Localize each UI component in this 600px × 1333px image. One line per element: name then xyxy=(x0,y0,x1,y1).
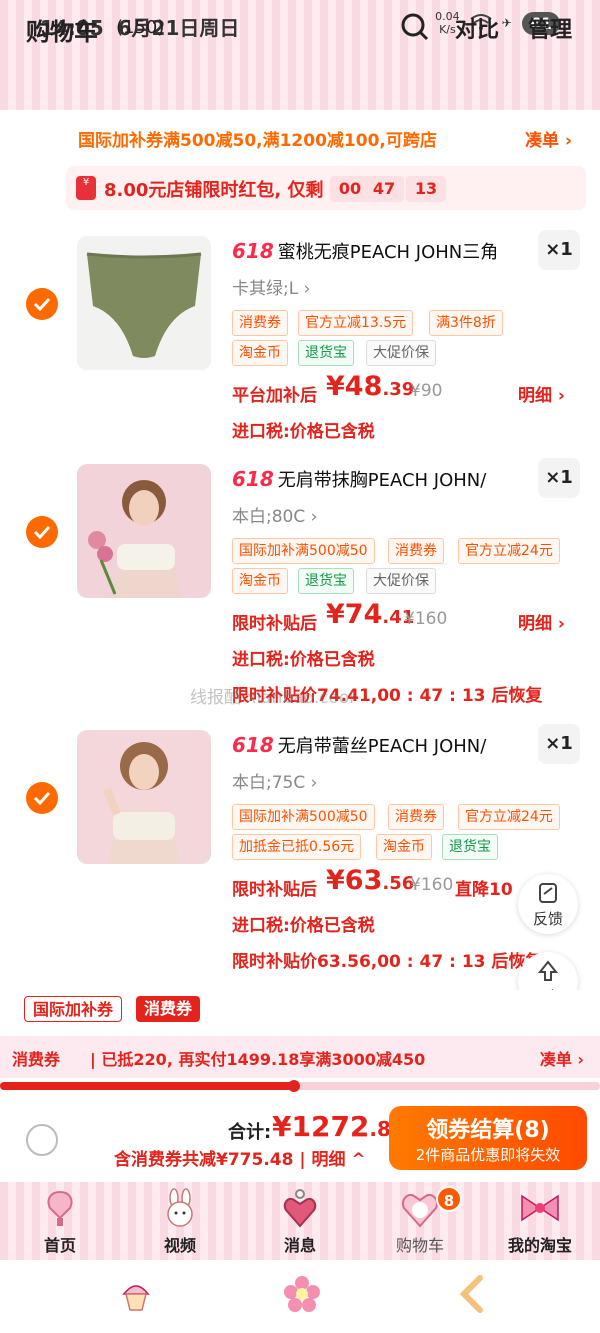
tag: 加抵金已抵0.56元 xyxy=(232,834,362,860)
coupon-bar-link[interactable]: 凑单 › xyxy=(540,1046,584,1070)
item-checkbox[interactable] xyxy=(26,516,58,548)
compare-button[interactable]: 对比 xyxy=(455,12,499,44)
countdown-seconds: 13 xyxy=(406,176,446,202)
original-price: ¥90 xyxy=(410,381,443,401)
tag: 消费券 xyxy=(388,538,444,564)
price-drop: 直降10 xyxy=(455,880,513,900)
tag: 淘金币 xyxy=(376,834,432,860)
tab-home[interactable]: 首页 xyxy=(0,1182,120,1260)
tab-messages[interactable]: 消息 xyxy=(240,1182,360,1260)
price-label: 限时补贴后 xyxy=(232,880,317,900)
discount-summary[interactable]: 含消费券共减¥775.48 | 明细 ^ xyxy=(114,1145,366,1170)
cart-count: (150) xyxy=(116,17,165,38)
promo-text: 国际加补券满500减50,满1200减100,可跨店 xyxy=(78,131,437,151)
feedback-button[interactable]: 反馈 xyxy=(518,874,578,934)
quantity-badge[interactable]: ×1 xyxy=(538,458,580,498)
product-image[interactable] xyxy=(77,464,211,598)
cart-mascot-icon xyxy=(402,1194,438,1228)
product-image[interactable] xyxy=(77,730,211,864)
tag: 消费券 xyxy=(232,310,288,336)
sku-selector[interactable]: 本白;80C › xyxy=(232,502,317,527)
quantity-badge[interactable]: ×1 xyxy=(538,724,580,764)
select-all-checkbox[interactable] xyxy=(26,1124,58,1156)
original-price: ¥160 xyxy=(410,875,454,895)
product-title[interactable]: 618 无肩带蕾丝PEACH JOHN/ xyxy=(232,732,486,758)
tag: 官方立减24元 xyxy=(458,804,560,830)
search-icon[interactable] xyxy=(400,12,430,42)
tab-video[interactable]: 视频 xyxy=(120,1182,240,1260)
item-checkbox[interactable] xyxy=(26,782,58,814)
red-packet-icon: ¥ xyxy=(76,176,96,200)
coupon-bar-label: 消费券 xyxy=(12,1050,61,1069)
red-packet-text: 8.00元店铺限时红包, 仅剩 xyxy=(104,180,324,201)
watermark: 线报酷 xianbao.cool xyxy=(190,688,354,708)
promo-link[interactable]: 凑单 › xyxy=(525,126,572,151)
sku-selector[interactable]: 本白;75C › xyxy=(232,768,317,793)
tag: 淘金币 xyxy=(232,568,288,594)
bunny-icon xyxy=(167,1188,193,1227)
price: ¥63.56 xyxy=(326,865,415,896)
coupon-tab-active[interactable]: 消费券 xyxy=(136,996,201,1022)
tag: 大促价保 xyxy=(366,568,436,594)
tag: 淘金币 xyxy=(232,340,288,366)
tab-cart[interactable]: 购物车 xyxy=(360,1182,480,1260)
price-detail-link[interactable]: 明细 › xyxy=(518,609,565,634)
tag: 退货宝 xyxy=(298,340,354,366)
coupon-progress xyxy=(0,1080,600,1092)
original-price: ¥160 xyxy=(404,609,448,629)
heart-charm-icon xyxy=(283,1189,317,1228)
coupon-tab[interactable]: 国际加补券 xyxy=(24,996,123,1022)
tax-note: 进口税:价格已含税 xyxy=(232,650,375,670)
countdown-minutes: 47 xyxy=(364,176,404,202)
total-label: 合计: xyxy=(228,1122,272,1143)
cupcake-icon[interactable] xyxy=(116,1274,156,1314)
item-checkbox[interactable] xyxy=(26,288,58,320)
header xyxy=(0,50,600,110)
checkout-button[interactable]: 领券结算(8) 2件商品优惠即将失效 xyxy=(389,1106,587,1170)
tag: 国际加补满500减50 xyxy=(232,538,375,564)
tax-note: 进口税:价格已含税 xyxy=(232,916,375,936)
bow-icon xyxy=(521,1194,559,1222)
tag: 大促价保 xyxy=(366,340,436,366)
tag: 退货宝 xyxy=(442,834,498,860)
price-detail-link[interactable]: 明细 › xyxy=(518,381,565,406)
flower-icon[interactable] xyxy=(282,1274,322,1314)
tag: 满3件8折 xyxy=(429,310,503,336)
quantity-badge[interactable]: ×1 xyxy=(538,230,580,270)
feedback-icon xyxy=(539,883,557,903)
manage-button[interactable]: 管理 xyxy=(528,12,572,44)
tab-my-taobao[interactable]: 我的淘宝 xyxy=(480,1182,600,1260)
tag: 退货宝 xyxy=(298,568,354,594)
cart-badge: 8 xyxy=(436,1186,462,1212)
price: ¥48.39 xyxy=(326,371,415,402)
tax-note: 进口税:价格已含税 xyxy=(232,422,375,442)
arrow-up-icon xyxy=(538,960,558,981)
tag: 官方立减13.5元 xyxy=(298,310,414,336)
product-image[interactable] xyxy=(77,236,211,370)
page-title: 购物车 xyxy=(26,18,98,46)
total-price: ¥1272.82 xyxy=(272,1110,405,1143)
coupon-bar-text: | 已抵220, 再实付1499.18享满3000减450 xyxy=(90,1050,426,1069)
price-label: 限时补贴后 xyxy=(232,614,317,634)
sku-selector[interactable]: 卡其绿;L › xyxy=(232,274,310,299)
tag: 官方立减24元 xyxy=(458,538,560,564)
back-heart-icon[interactable] xyxy=(452,1274,492,1314)
subsidy-countdown: 限时补贴价63.56,00 : 47 : 13 后恢复 xyxy=(232,952,543,972)
product-title[interactable]: 618 蜜桃无痕PEACH JOHN三角 xyxy=(232,238,498,264)
price-label: 平台加补后 xyxy=(232,386,317,406)
airplane-icon: ✈ xyxy=(501,16,512,30)
mirror-icon xyxy=(47,1190,73,1226)
product-title[interactable]: 618 无肩带抹胸PEACH JOHN/ xyxy=(232,466,486,492)
price: ¥74.41 xyxy=(326,599,415,630)
tag: 消费券 xyxy=(388,804,444,830)
tag: 国际加补满500减50 xyxy=(232,804,375,830)
